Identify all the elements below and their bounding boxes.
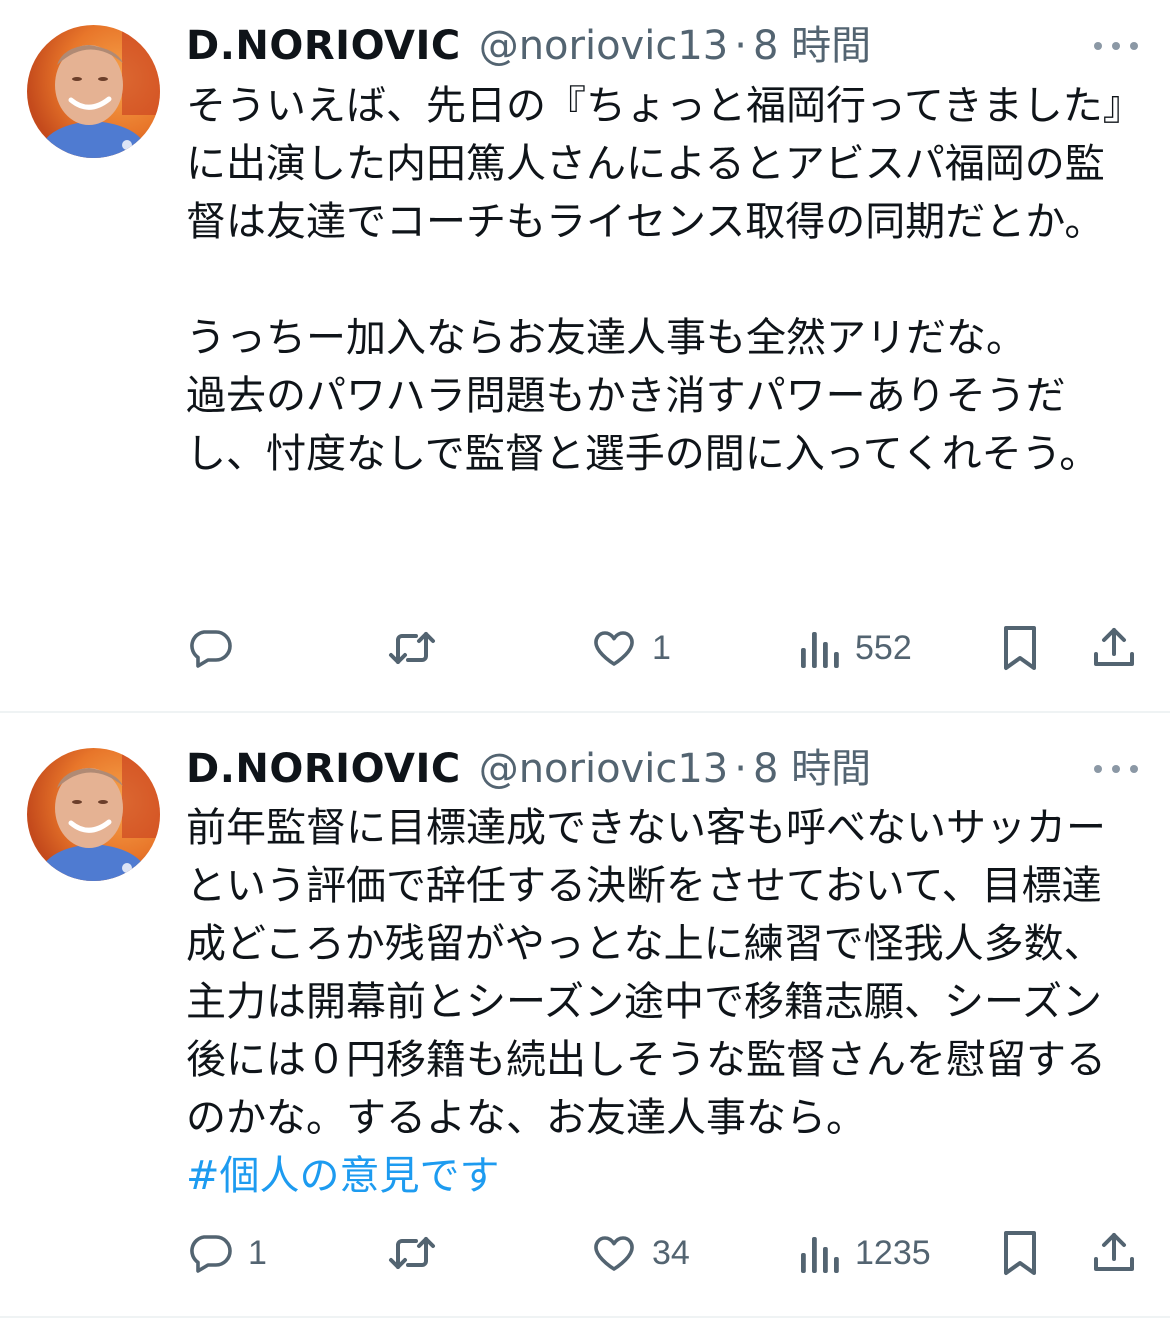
tweet-header: D.NORIOVIC @noriovic13 · 8 時間 <box>186 741 871 797</box>
more-icon[interactable] <box>1094 759 1138 779</box>
timestamp[interactable]: 8 時間 <box>753 741 871 797</box>
more-icon[interactable] <box>1094 36 1138 56</box>
share-icon <box>1094 1233 1134 1271</box>
reply-icon <box>190 1235 232 1273</box>
divider <box>0 1316 1170 1318</box>
views-count: 552 <box>855 628 912 667</box>
timestamp[interactable]: 8 時間 <box>753 18 871 74</box>
bookmark-icon <box>1004 626 1036 670</box>
retweet-button[interactable] <box>384 1223 454 1283</box>
tweet-header: D.NORIOVIC @noriovic13 · 8 時間 <box>186 18 871 74</box>
share-button[interactable] <box>1090 618 1138 678</box>
author-name[interactable]: D.NORIOVIC <box>186 741 461 797</box>
tweet-text: そういえば、先日の『ちょっと福岡行ってきました』に出演した内田篤人さんによるとア… <box>186 83 1123 477</box>
views-icon <box>801 632 839 668</box>
avatar[interactable] <box>27 25 160 158</box>
reply-icon <box>190 630 232 668</box>
bookmark-icon <box>1004 1231 1036 1275</box>
retweet-icon <box>389 632 435 664</box>
author-handle[interactable]: @noriovic13 <box>479 18 729 74</box>
tweet[interactable]: D.NORIOVIC @noriovic13 · 8 時間 前年監督に目標達成で… <box>0 713 1170 1309</box>
action-bar: 1 552 <box>0 618 1170 678</box>
share-icon <box>1094 628 1134 666</box>
author-handle[interactable]: @noriovic13 <box>479 741 729 797</box>
views-button[interactable]: 1235 <box>797 1223 931 1283</box>
reply-button[interactable] <box>186 618 248 678</box>
views-button[interactable]: 552 <box>797 618 912 678</box>
like-count: 1 <box>652 628 671 667</box>
separator: · <box>734 746 747 792</box>
reply-button[interactable]: 1 <box>186 1223 267 1283</box>
retweet-icon <box>389 1237 435 1269</box>
like-button[interactable]: 34 <box>590 1223 690 1283</box>
bookmark-button[interactable] <box>996 1223 1044 1283</box>
tweet[interactable]: D.NORIOVIC @noriovic13 · 8 時間 そういえば、先日の『… <box>0 0 1170 712</box>
like-button[interactable]: 1 <box>590 618 671 678</box>
share-button[interactable] <box>1090 1223 1138 1283</box>
reply-count: 1 <box>248 1233 267 1272</box>
action-bar: 1 34 1235 <box>0 1223 1170 1283</box>
like-icon <box>594 631 634 666</box>
like-icon <box>594 1236 634 1271</box>
hashtag-link[interactable]: #個人の意見です <box>186 1147 500 1205</box>
retweet-button[interactable] <box>384 618 454 678</box>
like-count: 34 <box>652 1233 690 1272</box>
views-icon <box>801 1237 839 1273</box>
tweet-text: 前年監督に目標達成できない客も呼べないサッカーという評価で辞任する決断をさせてお… <box>186 805 1106 1141</box>
bookmark-button[interactable] <box>996 618 1044 678</box>
separator: · <box>734 23 747 69</box>
views-count: 1235 <box>855 1233 931 1272</box>
avatar[interactable] <box>27 748 160 881</box>
author-name[interactable]: D.NORIOVIC <box>186 18 461 74</box>
